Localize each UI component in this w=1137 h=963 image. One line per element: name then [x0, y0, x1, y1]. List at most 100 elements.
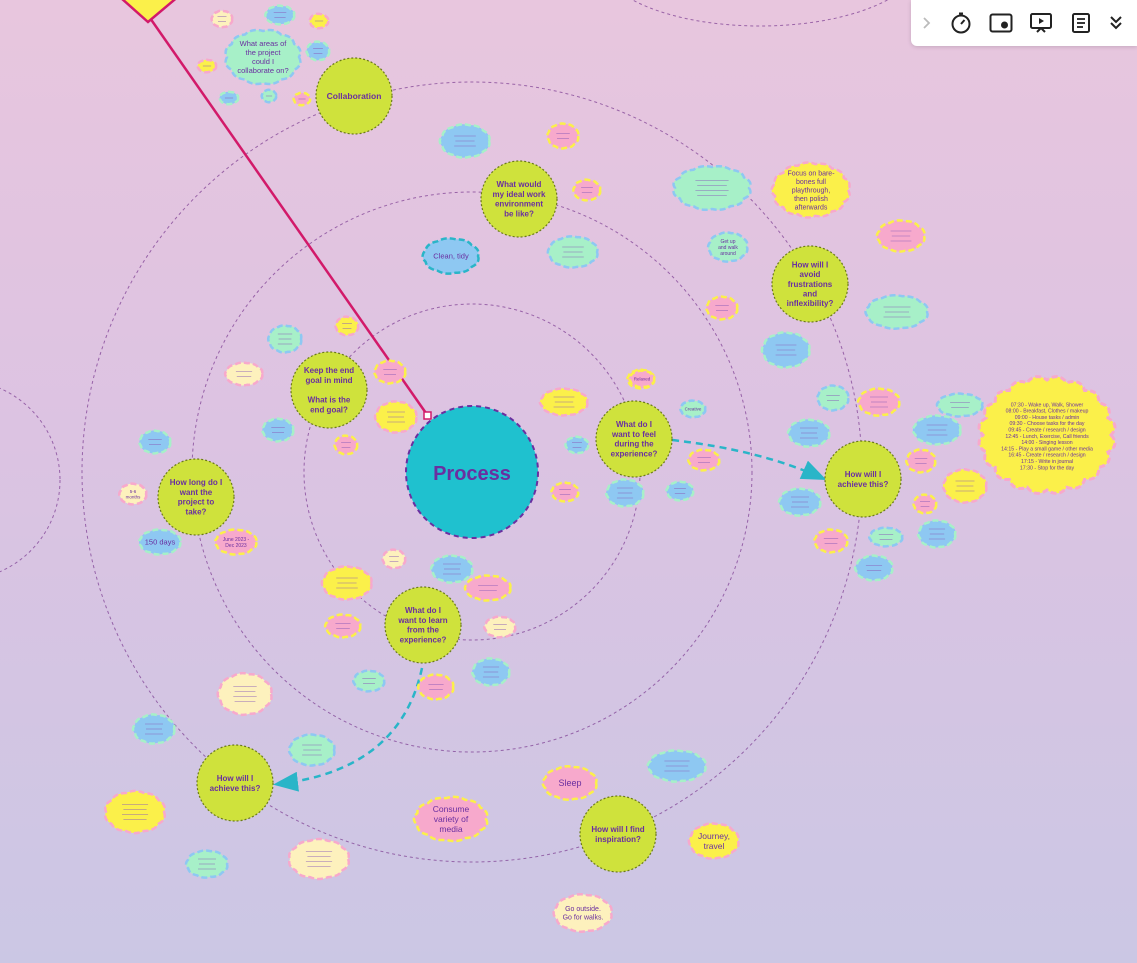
note-text: then polish — [794, 196, 828, 203]
note-text: 150 days — [145, 538, 176, 547]
question-node-label: How will I — [217, 774, 253, 783]
note-cloud[interactable] — [483, 615, 517, 639]
question-node-circle — [290, 351, 368, 429]
question-node-label: end goal? — [310, 405, 348, 414]
connectors — [273, 438, 827, 792]
question-node-env[interactable]: What wouldmy ideal workenvironmentbe lik… — [480, 160, 558, 238]
schedule-line: 09:00 - House tasks / admin — [1015, 415, 1080, 421]
note-cloud[interactable] — [223, 361, 264, 387]
note-cloud[interactable] — [264, 4, 296, 26]
note-cloud[interactable] — [812, 528, 849, 554]
schedule-line: 14:15 - Play a small game / other media — [1001, 446, 1093, 452]
question-node-label: want the — [179, 488, 213, 497]
note-cloud[interactable] — [550, 481, 580, 503]
note-cloud[interactable] — [333, 434, 359, 456]
question-node-label: take? — [186, 508, 207, 517]
note-cloud[interactable] — [305, 40, 331, 62]
question-node-inspire[interactable]: How will I findinspiration? — [579, 795, 657, 873]
question-node-label: How will I find — [591, 825, 644, 834]
more-chevron-icon — [1110, 16, 1122, 30]
note-text: travel — [704, 841, 725, 851]
question-node-label: frustrations — [788, 280, 833, 289]
note-cloud[interactable] — [672, 164, 752, 212]
note-cloud[interactable] — [665, 480, 695, 502]
note-cloud[interactable] — [867, 526, 904, 548]
question-node-learn[interactable]: What do Iwant to learnfrom theexperience… — [384, 586, 462, 664]
question-node-label: Keep the end — [304, 366, 354, 375]
note-text: 5-6 — [130, 489, 137, 494]
note-cloud[interactable] — [564, 435, 590, 455]
toolbar — [911, 0, 1137, 46]
note-text: Relaxed — [634, 377, 651, 382]
note-text: Dec 2023 — [225, 543, 247, 549]
note-text: could I — [252, 57, 274, 66]
note-cloud[interactable] — [853, 554, 894, 582]
collapse-chevron-button[interactable] — [911, 0, 941, 46]
question-node-feel[interactable]: What do Iwant to feelduring theexperienc… — [595, 400, 673, 478]
note-text: the project — [245, 48, 281, 57]
more-tools-button[interactable] — [1101, 0, 1131, 46]
note-cloud[interactable] — [287, 837, 351, 881]
question-node-label: and — [803, 289, 817, 298]
question-node-label: achieve this? — [210, 784, 261, 793]
note-cloud[interactable] — [705, 295, 739, 321]
note-cloud[interactable] — [912, 493, 938, 515]
note-cloud[interactable] — [546, 122, 580, 150]
question-node-label: be like? — [504, 210, 534, 219]
note-cloud[interactable] — [323, 613, 362, 639]
note-cloud[interactable] — [138, 429, 172, 455]
notes-button[interactable] — [1061, 0, 1101, 46]
presentation-button[interactable] — [1021, 0, 1061, 46]
whiteboard-canvas[interactable]: What areas of the project could Icollabora… — [0, 0, 1137, 963]
note-text: months — [126, 494, 142, 499]
frame-button[interactable] — [981, 0, 1021, 46]
note-cloud[interactable] — [935, 392, 984, 418]
question-node-label: avoid — [800, 270, 821, 279]
note-text: playthrough, — [792, 187, 831, 194]
note-cloud[interactable] — [572, 178, 602, 202]
note-text: bones full — [796, 179, 826, 186]
note-text: What areas of — [240, 39, 288, 48]
question-node-long[interactable]: How long do Iwant theproject totake? — [157, 458, 235, 536]
question-node-label: inspiration? — [595, 835, 641, 844]
central-node[interactable]: Process — [405, 405, 539, 539]
schedule-line: 12:45 - Lunch, Exercise, Call friends — [1005, 434, 1089, 440]
mind-map-diagram: What areas ofthe projectcould Icollabora… — [0, 0, 1117, 934]
note-text: Go for walks. — [563, 915, 604, 922]
note-text: Focus on bare- — [787, 170, 835, 177]
note-cloud[interactable] — [381, 548, 407, 570]
question-node-label: achieve this? — [838, 480, 889, 489]
question-node-label: from the — [407, 626, 440, 635]
question-node-avoid[interactable]: How will Iavoidfrustrationsandinflexibil… — [771, 245, 849, 323]
question-node-label: environment — [495, 200, 543, 209]
timer-button[interactable] — [941, 0, 981, 46]
schedule-line: 07:30 - Wake up, Walk, Shower — [1011, 402, 1084, 408]
note-cloud[interactable] — [261, 417, 295, 443]
note-text: Journey, — [698, 831, 730, 841]
note-cloud[interactable] — [463, 574, 512, 602]
question-node-label: How will I — [845, 470, 881, 479]
schedule-line: 17:15 - Write in journal — [1021, 459, 1073, 465]
question-node-collab[interactable]: Collaboration — [315, 57, 393, 135]
schedule-line: 14:00 - Singing lesson — [1021, 440, 1072, 446]
note-cloud[interactable] — [103, 789, 167, 835]
question-node-goal[interactable]: Keep the endgoal in mind What is theend g… — [290, 351, 368, 429]
question-node-label: What is the — [308, 396, 351, 405]
note-text: around — [720, 251, 736, 257]
question-node-achieve-r[interactable]: How will Iachieve this? — [824, 440, 902, 518]
note-text: collaborate on? — [237, 66, 288, 75]
note-cloud[interactable] — [816, 384, 850, 412]
schedule-line: 08:00 - Breakfast, Clothes / makeup — [1006, 409, 1089, 415]
note-cloud[interactable] — [210, 9, 234, 29]
note-cloud[interactable] — [905, 448, 937, 474]
question-node-label: How will I — [792, 261, 828, 270]
note-text: Go outside. — [565, 906, 601, 913]
note-cloud[interactable] — [216, 671, 273, 717]
question-node-achieve-l[interactable]: How will Iachieve this? — [196, 744, 274, 822]
note-cloud[interactable] — [687, 448, 721, 472]
note-cloud[interactable] — [352, 669, 386, 693]
note-cloud[interactable] — [373, 359, 407, 385]
question-node-label: inflexibility? — [787, 299, 834, 308]
note-cloud[interactable] — [416, 673, 455, 701]
note-cloud[interactable] — [334, 315, 360, 337]
